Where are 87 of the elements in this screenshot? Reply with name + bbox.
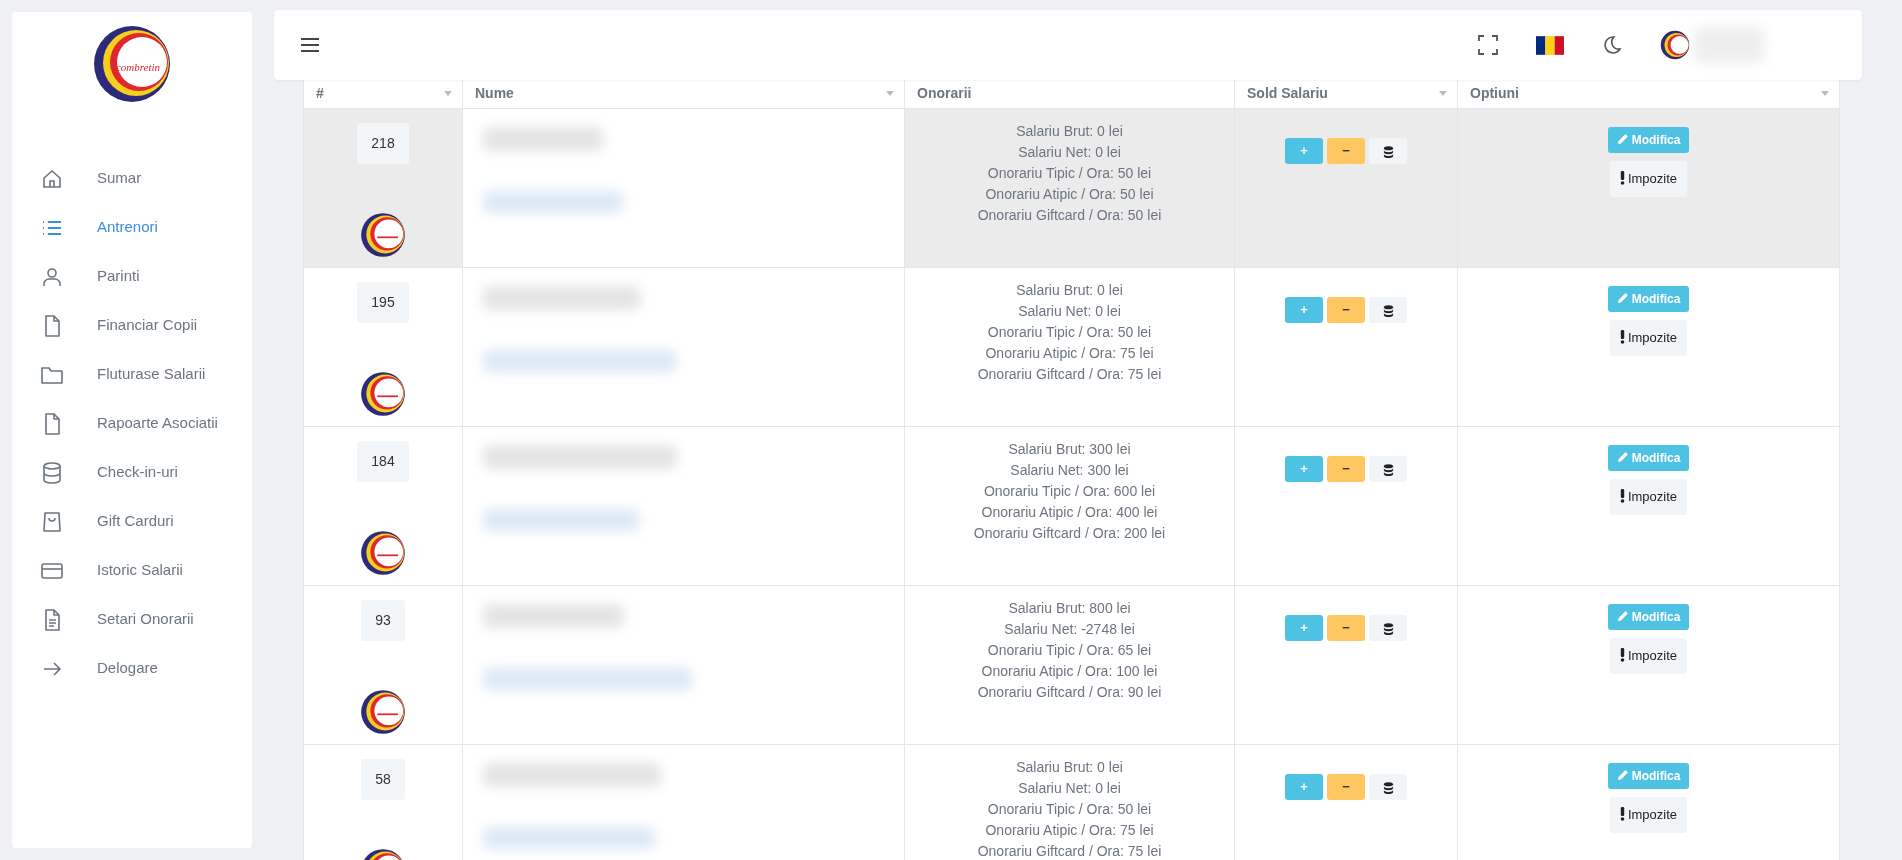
fee-line: Onorariu Tipic / Ora: 600 lei bbox=[982, 482, 1157, 501]
database-button[interactable] bbox=[1369, 615, 1407, 641]
taxes-button[interactable]: Impozite bbox=[1609, 638, 1688, 674]
avatar[interactable] bbox=[1660, 30, 1690, 60]
exclamation-icon bbox=[1619, 330, 1625, 344]
fee-line: Salariu Net: 0 lei bbox=[1017, 302, 1122, 321]
exclamation-icon bbox=[1619, 648, 1625, 662]
database-icon bbox=[1382, 781, 1394, 794]
fullscreen-icon[interactable] bbox=[1478, 35, 1498, 55]
sidebar-item[interactable]: Fluturase Salarii bbox=[12, 350, 252, 399]
subtract-button[interactable]: − bbox=[1327, 774, 1365, 800]
fee-line: Salariu Net: 300 lei bbox=[1009, 461, 1130, 480]
fee-line: Onorariu Giftcard / Ora: 75 lei bbox=[976, 842, 1163, 860]
fee-line: Onorariu Atipic / Ora: 75 lei bbox=[984, 821, 1155, 840]
exclamation-icon bbox=[1619, 807, 1625, 821]
fee-line: Salariu Brut: 0 lei bbox=[1015, 281, 1124, 300]
fee-line: Onorariu Tipic / Ora: 50 lei bbox=[986, 164, 1153, 183]
sidebar-item[interactable]: Delogare bbox=[12, 644, 252, 693]
column-header[interactable]: Nume bbox=[475, 85, 514, 101]
fee-line: Onorariu Tipic / Ora: 50 lei bbox=[986, 800, 1153, 819]
fee-line: Salariu Net: -2748 lei bbox=[1003, 620, 1136, 639]
sidebar-item[interactable]: Check-in-uri bbox=[12, 448, 252, 497]
fee-line: Onorariu Giftcard / Ora: 90 lei bbox=[976, 683, 1163, 702]
sidebar-item[interactable]: Sumar bbox=[12, 154, 252, 203]
database-icon bbox=[1382, 463, 1394, 476]
column-header[interactable]: Optiuni bbox=[1470, 85, 1519, 101]
column-header[interactable]: # bbox=[316, 85, 324, 101]
id-badge: 184 bbox=[357, 441, 409, 482]
moon-icon[interactable] bbox=[1602, 35, 1622, 55]
id-badge: 58 bbox=[361, 759, 405, 800]
pencil-icon bbox=[1616, 133, 1629, 145]
sidebar-item[interactable]: Antrenori bbox=[12, 203, 252, 252]
exclamation-icon bbox=[1619, 171, 1625, 185]
avatar bbox=[360, 689, 406, 735]
sidebar-item[interactable]: Setari Onorarii bbox=[12, 595, 252, 644]
database-icon bbox=[1382, 304, 1394, 317]
database-icon bbox=[40, 460, 64, 485]
subtract-button[interactable]: − bbox=[1327, 297, 1365, 323]
column-header[interactable]: Onorarii bbox=[917, 85, 972, 101]
fee-line: Onorariu Tipic / Ora: 65 lei bbox=[986, 641, 1153, 660]
column-header[interactable]: Sold Salariu bbox=[1247, 85, 1328, 101]
avatar bbox=[360, 371, 406, 417]
pencil-icon bbox=[1616, 610, 1629, 622]
id-badge: 93 bbox=[361, 600, 405, 641]
bag-icon bbox=[40, 509, 64, 534]
fee-line: Onorariu Giftcard / Ora: 200 lei bbox=[972, 524, 1167, 543]
subtract-button[interactable]: − bbox=[1327, 615, 1365, 641]
exclamation-icon bbox=[1619, 489, 1625, 503]
database-button[interactable] bbox=[1369, 774, 1407, 800]
fee-line: Salariu Brut: 0 lei bbox=[1015, 758, 1124, 777]
sidebar-item[interactable]: Rapoarte Asociatii bbox=[12, 399, 252, 448]
database-button[interactable] bbox=[1369, 138, 1407, 164]
taxes-button[interactable]: Impozite bbox=[1609, 797, 1688, 833]
sidebar-item[interactable]: Parinti bbox=[12, 252, 252, 301]
fee-line: Onorariu Atipic / Ora: 50 lei bbox=[984, 185, 1155, 204]
taxes-button[interactable]: Impozite bbox=[1609, 161, 1688, 197]
fee-line: Onorariu Giftcard / Ora: 75 lei bbox=[976, 365, 1163, 384]
subtract-button[interactable]: − bbox=[1327, 138, 1365, 164]
database-button[interactable] bbox=[1369, 456, 1407, 482]
fee-line: Salariu Brut: 300 lei bbox=[1007, 440, 1132, 459]
fee-line: Onorariu Atipic / Ora: 100 lei bbox=[980, 662, 1159, 681]
database-button[interactable] bbox=[1369, 297, 1407, 323]
fee-line: Salariu Net: 0 lei bbox=[1017, 779, 1122, 798]
avatar bbox=[360, 212, 406, 258]
taxes-button[interactable]: Impozite bbox=[1609, 479, 1688, 515]
fee-line: Onorariu Atipic / Ora: 75 lei bbox=[984, 344, 1155, 363]
fee-line: Onorariu Atipic / Ora: 400 lei bbox=[980, 503, 1159, 522]
taxes-button[interactable]: Impozite bbox=[1609, 320, 1688, 356]
database-icon bbox=[1382, 145, 1394, 158]
fee-line: Salariu Brut: 0 lei bbox=[1015, 122, 1124, 141]
sidebar-item[interactable]: Gift Carduri bbox=[12, 497, 252, 546]
fee-line: Onorariu Giftcard / Ora: 50 lei bbox=[976, 206, 1163, 225]
flag-icon[interactable] bbox=[1536, 35, 1564, 55]
fee-line: Salariu Brut: 800 lei bbox=[1007, 599, 1132, 618]
fee-line: Onorariu Tipic / Ora: 50 lei bbox=[986, 323, 1153, 342]
database-icon bbox=[1382, 622, 1394, 635]
id-badge: 195 bbox=[357, 282, 409, 323]
sidebar-item[interactable]: Financiar Copii bbox=[12, 301, 252, 350]
fee-line: Salariu Net: 0 lei bbox=[1017, 143, 1122, 162]
pencil-icon bbox=[1616, 451, 1629, 463]
avatar bbox=[360, 530, 406, 576]
pencil-icon bbox=[1616, 292, 1629, 304]
sidebar-item[interactable]: Istoric Salarii bbox=[12, 546, 252, 595]
subtract-button[interactable]: − bbox=[1327, 456, 1365, 482]
id-badge: 218 bbox=[357, 123, 409, 164]
pencil-icon bbox=[1616, 769, 1629, 781]
menu-icon[interactable] bbox=[300, 37, 320, 53]
